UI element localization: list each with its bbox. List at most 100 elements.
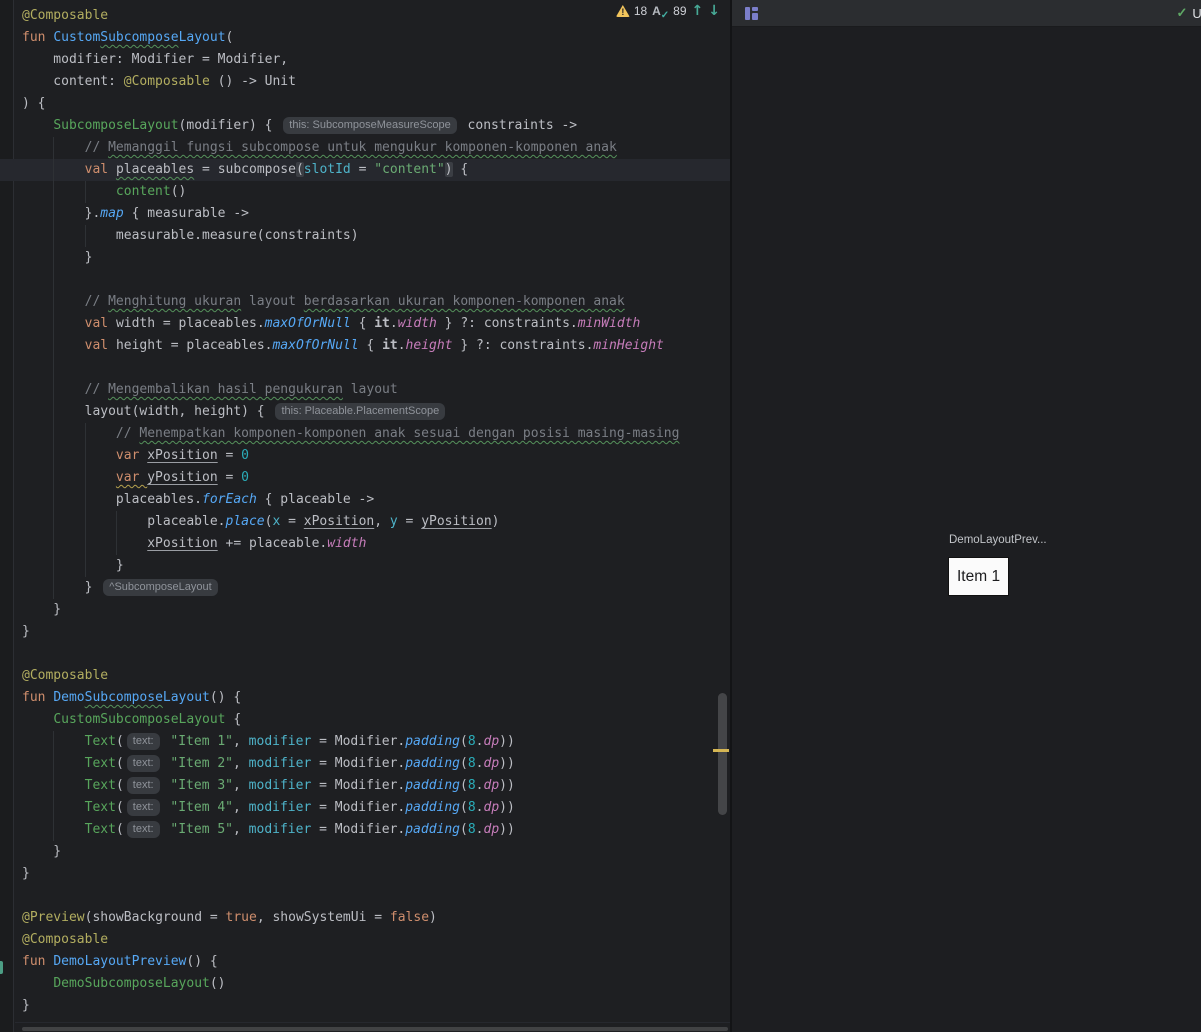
code-line[interactable]: CustomSubcomposeLayout { bbox=[0, 709, 730, 731]
code-line[interactable]: var xPosition = 0 bbox=[0, 445, 730, 467]
code-line[interactable]: SubcomposeLayout(modifier) { this: Subco… bbox=[0, 115, 730, 137]
code-line[interactable]: ) { bbox=[0, 93, 730, 115]
inlay-hint[interactable]: text: bbox=[127, 821, 160, 838]
inlay-hint[interactable]: ^SubcomposeLayout bbox=[103, 579, 217, 596]
typo-count[interactable]: 89 bbox=[673, 4, 686, 18]
code-line[interactable]: } bbox=[0, 247, 730, 269]
code-line[interactable]: modifier: Modifier = Modifier, bbox=[0, 49, 730, 71]
code-token: } bbox=[22, 250, 92, 265]
inlay-hint[interactable]: text: bbox=[127, 733, 160, 750]
code-token: += placeable. bbox=[218, 536, 328, 551]
code-line[interactable]: } ^SubcomposeLayout bbox=[0, 577, 730, 599]
code-token: Text bbox=[85, 822, 116, 837]
code-token: padding bbox=[405, 822, 460, 837]
code-line[interactable]: var yPosition = 0 bbox=[0, 467, 730, 489]
code-token: modifier bbox=[249, 756, 312, 771]
code-line[interactable]: // Memanggil fungsi subcompose untuk men… bbox=[0, 137, 730, 159]
code-token: layout bbox=[241, 294, 304, 309]
code-line[interactable]: content() bbox=[0, 181, 730, 203]
code-token: placeables bbox=[116, 162, 194, 177]
inlay-hint[interactable]: text: bbox=[127, 755, 160, 772]
next-highlight-arrow-down-icon[interactable]: ↓ bbox=[708, 3, 720, 19]
code-line[interactable]: fun DemoLayoutPreview() { bbox=[0, 951, 730, 973]
code-token: , bbox=[233, 778, 249, 793]
code-area[interactable]: @Composable fun CustomSubcomposeLayout( m… bbox=[0, 5, 730, 1017]
code-token: Text bbox=[85, 734, 116, 749]
code-line[interactable] bbox=[0, 885, 730, 907]
code-token: // bbox=[22, 382, 108, 397]
code-line[interactable]: measurable.measure(constraints) bbox=[0, 225, 730, 247]
indent-guide bbox=[53, 357, 54, 379]
prev-highlight-arrow-up-icon[interactable]: ↑ bbox=[692, 3, 704, 19]
typo-icon[interactable]: A ✓ bbox=[652, 4, 669, 19]
code-line[interactable]: placeable.place(x = xPosition, y = yPosi… bbox=[0, 511, 730, 533]
code-token: "Item 1" bbox=[170, 734, 233, 749]
code-line[interactable]: @Preview(showBackground = true, showSyst… bbox=[0, 907, 730, 929]
code-token: ) bbox=[445, 162, 453, 177]
horizontal-scrollbar-thumb[interactable] bbox=[22, 1027, 728, 1031]
code-line[interactable]: } bbox=[0, 599, 730, 621]
indent-guide bbox=[53, 335, 54, 357]
grid-layout-icon[interactable] bbox=[745, 7, 758, 20]
code-line[interactable]: } bbox=[0, 995, 730, 1017]
code-line[interactable]: fun CustomSubcomposeLayout( bbox=[0, 27, 730, 49]
code-token: Menempatkan komponen-komponen anak sesua… bbox=[139, 426, 679, 441]
build-status[interactable]: ✓ Up bbox=[1176, 5, 1201, 21]
code-line[interactable] bbox=[0, 643, 730, 665]
code-line[interactable]: Text(text: "Item 5", modifier = Modifier… bbox=[0, 819, 730, 841]
code-line[interactable]: @Composable bbox=[0, 665, 730, 687]
code-line[interactable]: } bbox=[0, 863, 730, 885]
inlay-hint[interactable]: this: SubcomposeMeasureScope bbox=[283, 117, 456, 134]
preview-name-label[interactable]: DemoLayoutPrev... bbox=[949, 534, 1047, 546]
code-line[interactable]: } bbox=[0, 555, 730, 577]
code-token bbox=[22, 184, 116, 199]
code-line[interactable]: // Menghitung ukuran layout berdasarkan … bbox=[0, 291, 730, 313]
indent-guide bbox=[53, 379, 54, 401]
code-line[interactable] bbox=[0, 357, 730, 379]
code-line[interactable]: } bbox=[0, 621, 730, 643]
warning-count[interactable]: 18 bbox=[634, 4, 647, 18]
code-token: } bbox=[22, 866, 30, 881]
code-line[interactable]: Text(text: "Item 1", modifier = Modifier… bbox=[0, 731, 730, 753]
code-token: dp bbox=[484, 778, 500, 793]
code-token: } bbox=[22, 844, 61, 859]
code-line[interactable]: placeables.forEach { placeable -> bbox=[0, 489, 730, 511]
code-token: "Item 2" bbox=[170, 756, 233, 771]
indent-guide bbox=[116, 511, 117, 533]
code-token: maxOfOrNull bbox=[265, 316, 351, 331]
inlay-hint[interactable]: text: bbox=[127, 799, 160, 816]
code-line[interactable]: xPosition += placeable.width bbox=[0, 533, 730, 555]
code-token: ( bbox=[460, 822, 468, 837]
code-line[interactable]: val placeables = subcompose(slotId = "co… bbox=[0, 159, 730, 181]
code-editor[interactable]: @Composable fun CustomSubcomposeLayout( m… bbox=[0, 0, 730, 1032]
code-line[interactable]: content: @Composable () -> Unit bbox=[0, 71, 730, 93]
code-token: Layout bbox=[163, 690, 210, 705]
code-line[interactable] bbox=[0, 269, 730, 291]
code-line[interactable]: val height = placeables.maxOfOrNull { it… bbox=[0, 335, 730, 357]
code-token: . bbox=[476, 778, 484, 793]
code-line[interactable]: // Menempatkan komponen-komponen anak se… bbox=[0, 423, 730, 445]
code-token: 8 bbox=[468, 756, 476, 771]
code-line[interactable]: fun DemoSubcomposeLayout() { bbox=[0, 687, 730, 709]
code-token: modifier bbox=[249, 800, 312, 815]
code-line[interactable]: Text(text: "Item 4", modifier = Modifier… bbox=[0, 797, 730, 819]
code-token: val bbox=[85, 162, 116, 177]
inlay-hint[interactable]: this: Placeable.PlacementScope bbox=[275, 403, 445, 420]
code-line[interactable]: } bbox=[0, 841, 730, 863]
code-token: = Modifier. bbox=[311, 800, 405, 815]
code-line[interactable]: Text(text: "Item 3", modifier = Modifier… bbox=[0, 775, 730, 797]
code-line[interactable]: layout(width, height) { this: Placeable.… bbox=[0, 401, 730, 423]
code-token: Text bbox=[85, 756, 116, 771]
code-token: . bbox=[476, 756, 484, 771]
code-token: @Composable bbox=[22, 8, 108, 23]
code-line[interactable]: Text(text: "Item 2", modifier = Modifier… bbox=[0, 753, 730, 775]
scrollbar-warning-stripe[interactable] bbox=[713, 749, 729, 752]
code-line[interactable]: @Composable bbox=[0, 929, 730, 951]
code-line[interactable]: DemoSubcomposeLayout() bbox=[0, 973, 730, 995]
inlay-hint[interactable]: text: bbox=[127, 777, 160, 794]
vertical-scrollbar-thumb[interactable] bbox=[718, 693, 727, 815]
warning-icon[interactable]: ! bbox=[616, 5, 630, 17]
code-line[interactable]: }.map { measurable -> bbox=[0, 203, 730, 225]
code-line[interactable]: val width = placeables.maxOfOrNull { it.… bbox=[0, 313, 730, 335]
code-line[interactable]: // Mengembalikan hasil pengukuran layout bbox=[0, 379, 730, 401]
